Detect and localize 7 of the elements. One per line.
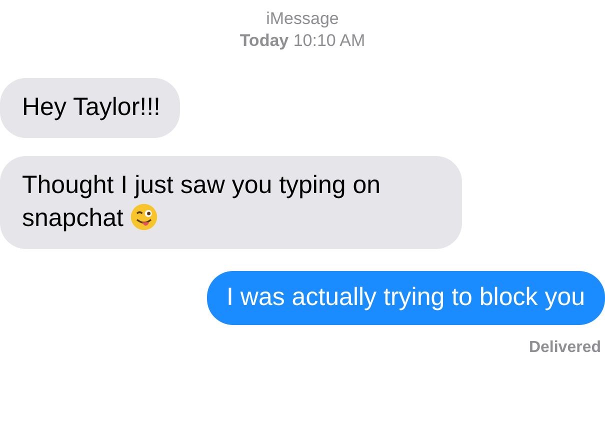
message-bubble: Hey Taylor!!!: [0, 78, 180, 138]
message-bubble: I was actually trying to block you: [206, 271, 605, 325]
delivery-status: Delivered: [528, 339, 602, 357]
service-name: iMessage: [266, 8, 339, 30]
winking-face-icon: [130, 203, 158, 231]
message-bubble: Thought I just saw you typing on snapchat: [0, 156, 462, 249]
timestamp: Today 10:10 AM: [240, 30, 366, 52]
